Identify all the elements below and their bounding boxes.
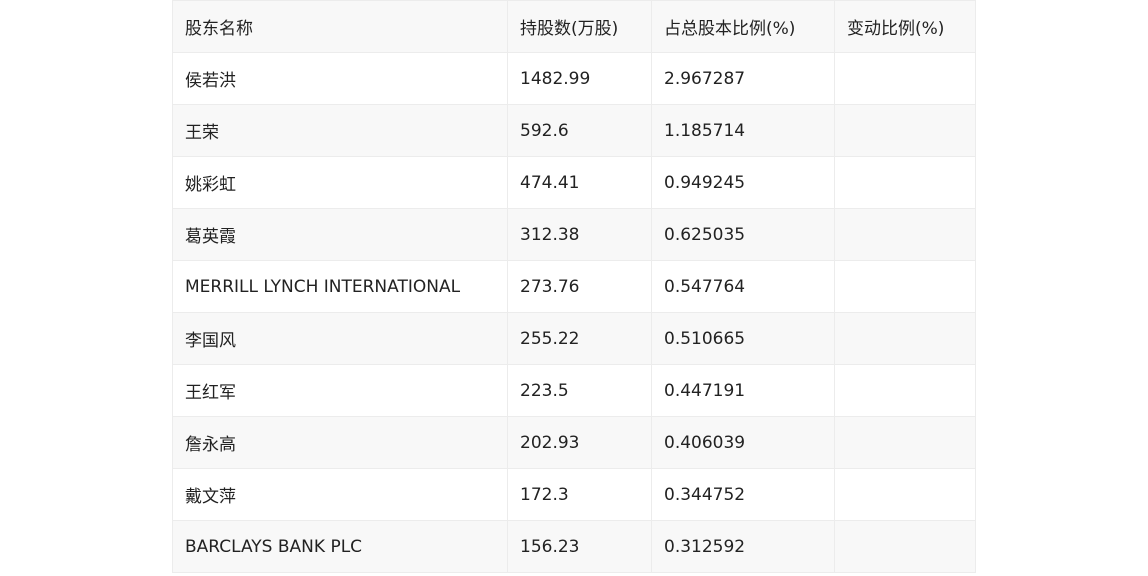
cell-shareholder-name: BARCLAYS BANK PLC — [172, 520, 508, 573]
cell-shares-held: 202.93 — [507, 416, 652, 469]
cell-shareholder-name: 王荣 — [172, 104, 508, 157]
cell-change-ratio — [834, 208, 976, 261]
cell-share-ratio: 0.510665 — [651, 312, 835, 365]
cell-change-ratio — [834, 520, 976, 573]
cell-share-ratio: 0.406039 — [651, 416, 835, 469]
table-row: 李国风 255.22 0.510665 — [172, 312, 976, 365]
cell-share-ratio: 0.447191 — [651, 364, 835, 417]
cell-shares-held: 156.23 — [507, 520, 652, 573]
header-shares-held: 持股数(万股) — [507, 0, 652, 53]
shareholder-table: 股东名称 持股数(万股) 占总股本比例(%) 变动比例(%) 侯若洪 1482.… — [172, 0, 976, 573]
cell-share-ratio: 1.185714 — [651, 104, 835, 157]
cell-shares-held: 1482.99 — [507, 52, 652, 105]
table-row: 姚彩虹 474.41 0.949245 — [172, 156, 976, 209]
cell-share-ratio: 0.949245 — [651, 156, 835, 209]
cell-share-ratio: 0.625035 — [651, 208, 835, 261]
table-row: 王红军 223.5 0.447191 — [172, 364, 976, 417]
cell-change-ratio — [834, 260, 976, 313]
table-row: 詹永高 202.93 0.406039 — [172, 416, 976, 469]
cell-shareholder-name: 侯若洪 — [172, 52, 508, 105]
cell-shareholder-name: MERRILL LYNCH INTERNATIONAL — [172, 260, 508, 313]
cell-change-ratio — [834, 468, 976, 521]
cell-shares-held: 273.76 — [507, 260, 652, 313]
cell-share-ratio: 0.344752 — [651, 468, 835, 521]
table-row: MERRILL LYNCH INTERNATIONAL 273.76 0.547… — [172, 260, 976, 313]
cell-change-ratio — [834, 52, 976, 105]
cell-shareholder-name: 詹永高 — [172, 416, 508, 469]
cell-change-ratio — [834, 156, 976, 209]
cell-shares-held: 223.5 — [507, 364, 652, 417]
table-row: 戴文萍 172.3 0.344752 — [172, 468, 976, 521]
cell-change-ratio — [834, 416, 976, 469]
header-row: 股东名称 持股数(万股) 占总股本比例(%) 变动比例(%) — [172, 0, 976, 53]
header-shareholder-name: 股东名称 — [172, 0, 508, 53]
cell-shareholder-name: 王红军 — [172, 364, 508, 417]
cell-change-ratio — [834, 364, 976, 417]
cell-change-ratio — [834, 312, 976, 365]
cell-share-ratio: 2.967287 — [651, 52, 835, 105]
table-row: 葛英霞 312.38 0.625035 — [172, 208, 976, 261]
header-change-ratio: 变动比例(%) — [834, 0, 976, 53]
cell-share-ratio: 0.547764 — [651, 260, 835, 313]
table-row: 王荣 592.6 1.185714 — [172, 104, 976, 157]
cell-shareholder-name: 戴文萍 — [172, 468, 508, 521]
table-header: 股东名称 持股数(万股) 占总股本比例(%) 变动比例(%) — [172, 0, 976, 53]
cell-shareholder-name: 姚彩虹 — [172, 156, 508, 209]
table-body: 侯若洪 1482.99 2.967287 王荣 592.6 1.185714 姚… — [172, 52, 976, 573]
cell-shares-held: 172.3 — [507, 468, 652, 521]
cell-shareholder-name: 李国风 — [172, 312, 508, 365]
header-share-ratio: 占总股本比例(%) — [651, 0, 835, 53]
table-row: 侯若洪 1482.99 2.967287 — [172, 52, 976, 105]
cell-shares-held: 592.6 — [507, 104, 652, 157]
cell-shareholder-name: 葛英霞 — [172, 208, 508, 261]
cell-shares-held: 312.38 — [507, 208, 652, 261]
table-row: BARCLAYS BANK PLC 156.23 0.312592 — [172, 520, 976, 573]
cell-share-ratio: 0.312592 — [651, 520, 835, 573]
cell-change-ratio — [834, 104, 976, 157]
shareholder-table-container: 股东名称 持股数(万股) 占总股本比例(%) 变动比例(%) 侯若洪 1482.… — [172, 0, 976, 573]
cell-shares-held: 474.41 — [507, 156, 652, 209]
cell-shares-held: 255.22 — [507, 312, 652, 365]
